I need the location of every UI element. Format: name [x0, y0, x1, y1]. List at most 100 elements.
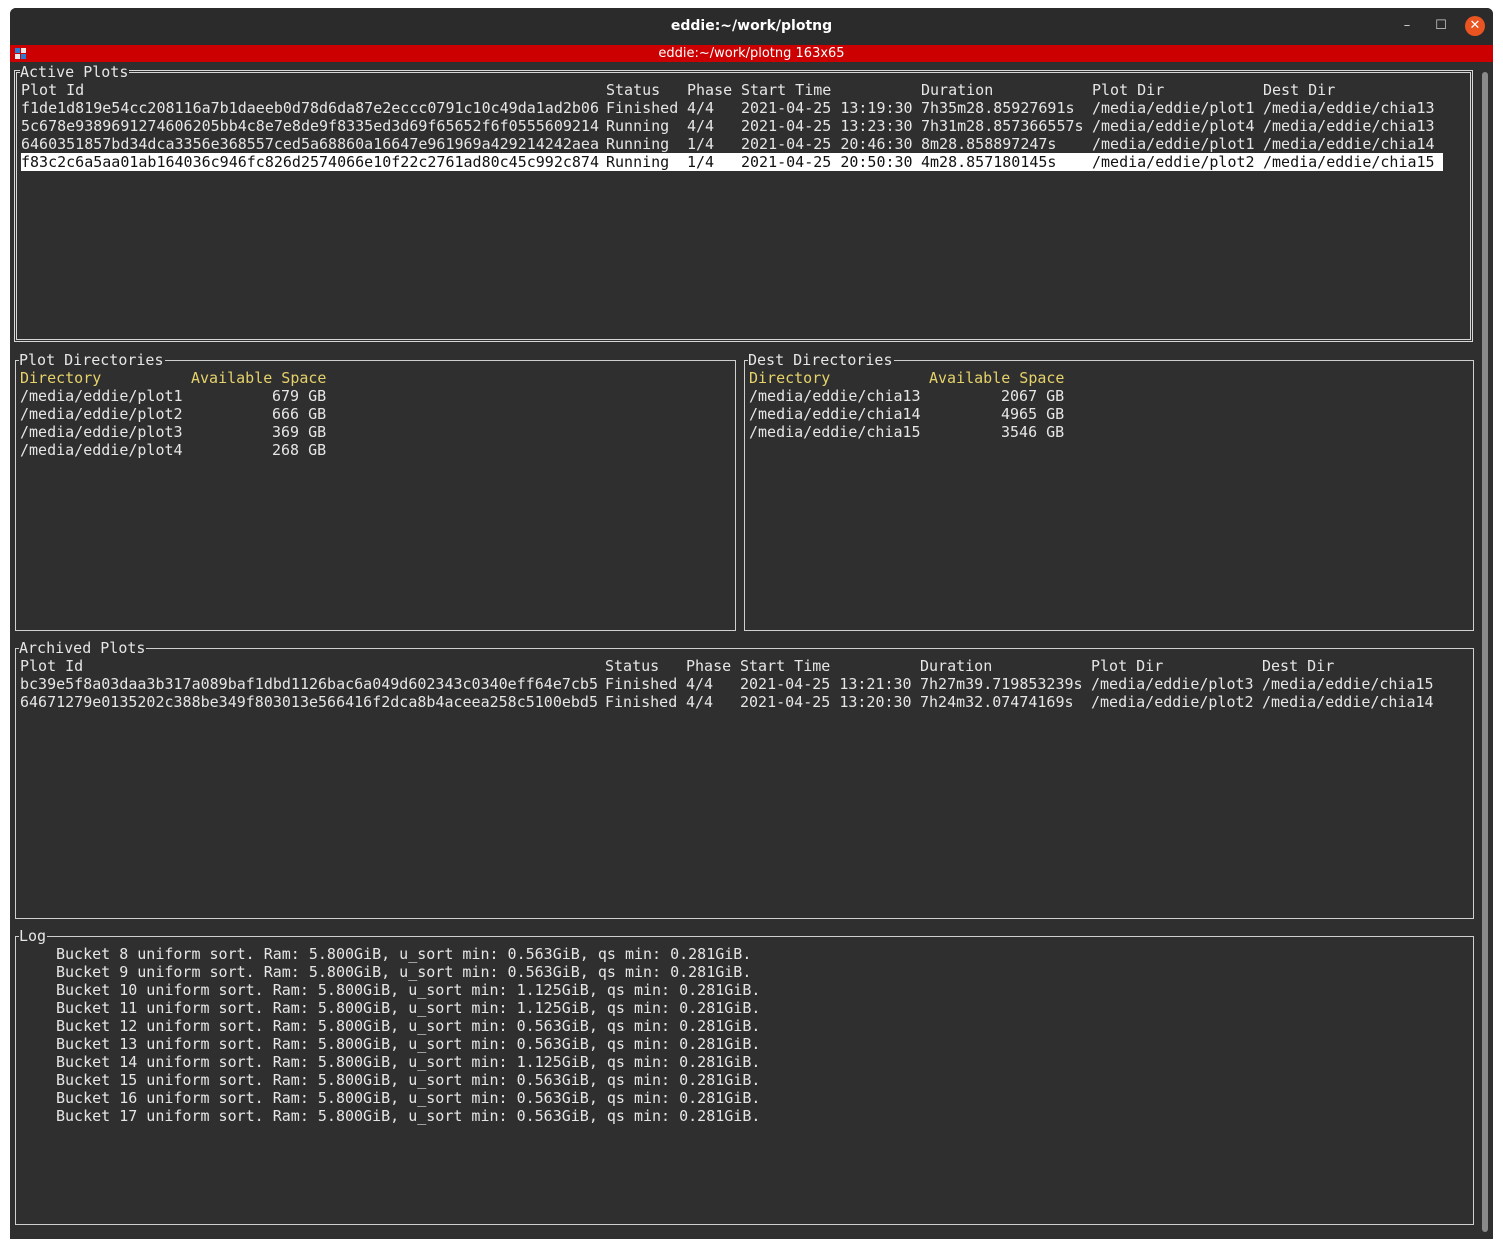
cell-directory: /media/eddie/plot4 [20, 441, 183, 459]
panel-title: Dest Directories [748, 351, 894, 369]
cell-start-time: 2021-04-25 13:19:30 [741, 99, 913, 117]
terminal-content[interactable]: Active Plots Plot Id Status Phase Start … [10, 62, 1493, 1239]
col-status: Status [605, 657, 660, 675]
cell-space: 3546 GB [1001, 423, 1065, 441]
table-row: /media/eddie/plot2 666 GB [20, 405, 326, 423]
cell-status: Finished [605, 675, 678, 693]
panel-title: Archived Plots [19, 639, 147, 657]
cell-plot-id: bc39e5f8a03daa3b317a089baf1dbd1126bac6a0… [20, 675, 598, 693]
table-header: Plot Id Status Phase Start Time Duration… [21, 81, 1335, 99]
col-plot-id: Plot Id [21, 81, 85, 99]
title-bar: eddie:~/work/plotng – ☐ ✕ [10, 8, 1493, 45]
log-line: Bucket 17 uniform sort. Ram: 5.800GiB, u… [56, 1107, 761, 1125]
cell-directory: /media/eddie/plot2 [20, 405, 183, 423]
table-row[interactable]: 5c678e9389691274606205bb4c8e7e8de9f8335e… [21, 117, 1435, 135]
log-line: Bucket 14 uniform sort. Ram: 5.800GiB, u… [56, 1053, 761, 1071]
table-row[interactable]: 6460351857bd34dca3356e368557ced5a68860a1… [21, 135, 1435, 153]
panel-title: Plot Directories [19, 351, 165, 369]
log-line: Bucket 15 uniform sort. Ram: 5.800GiB, u… [56, 1071, 761, 1089]
cell-start-time: 2021-04-25 20:46:30 [741, 135, 913, 153]
cell-plot-dir: /media/eddie/plot2 [1092, 153, 1255, 171]
col-status: Status [606, 81, 661, 99]
table-row: /media/eddie/plot3 369 GB [20, 423, 326, 441]
cell-status: Running [606, 135, 670, 153]
cell-duration: 8m28.858897247s [921, 135, 1057, 153]
cell-duration: 7h27m39.719853239s [920, 675, 1083, 693]
close-button[interactable]: ✕ [1465, 16, 1485, 36]
cell-plot-id: 5c678e9389691274606205bb4c8e7e8de9f8335e… [21, 117, 599, 135]
table-row[interactable]: f1de1d819e54cc208116a7b1daeeb0d78d6da87e… [21, 99, 1435, 117]
col-plot-dir: Plot Dir [1091, 657, 1164, 675]
tab-title: eddie:~/work/plotng 163x65 [658, 46, 845, 61]
cell-phase: 4/4 [687, 117, 715, 135]
cell-duration: 7h35m28.85927691s [921, 99, 1075, 117]
col-directory: Directory [20, 369, 102, 387]
col-plot-dir: Plot Dir [1092, 81, 1165, 99]
cell-plot-id: 64671279e0135202c388be349f803013e566416f… [20, 693, 598, 711]
cell-start-time: 2021-04-25 20:50:30 [741, 153, 913, 171]
table-header: Directory Available Space [20, 369, 326, 387]
cell-phase: 4/4 [686, 693, 714, 711]
scrollbar-thumb[interactable] [1482, 72, 1488, 1232]
cell-space: 4965 GB [1001, 405, 1065, 423]
cell-duration: 4m28.857180145s [921, 153, 1057, 171]
table-row[interactable]: 64671279e0135202c388be349f803013e566416f… [20, 693, 1434, 711]
col-duration: Duration [920, 657, 993, 675]
window-title: eddie:~/work/plotng [670, 18, 833, 34]
table-header: Plot Id Status Phase Start Time Duration… [20, 657, 1334, 675]
cell-start-time: 2021-04-25 13:21:30 [740, 675, 912, 693]
col-start-time: Start Time [740, 657, 831, 675]
log-line: Bucket 9 uniform sort. Ram: 5.800GiB, u_… [56, 963, 752, 981]
cell-status: Running [606, 153, 670, 171]
cell-directory: /media/eddie/plot1 [20, 387, 183, 405]
cell-plot-dir: /media/eddie/plot1 [1092, 99, 1255, 117]
table-row: /media/eddie/chia14 4965 GB [749, 405, 1064, 423]
col-phase: Phase [687, 81, 733, 99]
cell-plot-dir: /media/eddie/plot1 [1092, 135, 1255, 153]
tab-bar: eddie:~/work/plotng 163x65 [10, 45, 1493, 62]
active-plots-panel: Active Plots Plot Id Status Phase Start … [14, 63, 1473, 342]
table-row: /media/eddie/chia15 3546 GB [749, 423, 1064, 441]
col-dest-dir: Dest Dir [1263, 81, 1336, 99]
log-line: Bucket 10 uniform sort. Ram: 5.800GiB, u… [56, 981, 761, 999]
col-phase: Phase [686, 657, 732, 675]
log-line: Bucket 8 uniform sort. Ram: 5.800GiB, u_… [56, 945, 752, 963]
cell-dest-dir: /media/eddie/chia15 [1263, 153, 1435, 171]
cell-dest-dir: /media/eddie/chia13 [1263, 117, 1435, 135]
dest-directories-panel: Dest Directories Directory Available Spa… [744, 351, 1474, 631]
cell-plot-dir: /media/eddie/plot4 [1092, 117, 1255, 135]
cell-phase: 4/4 [687, 99, 715, 117]
table-header: Directory Available Space [749, 369, 1064, 387]
maximize-button[interactable]: ☐ [1431, 16, 1451, 36]
cell-space: 666 GB [272, 405, 327, 423]
archived-plots-panel: Archived Plots Plot Id Status Phase Star… [15, 639, 1474, 919]
cell-space: 2067 GB [1001, 387, 1065, 405]
scrollbar[interactable] [1480, 62, 1490, 1239]
log-line: Bucket 12 uniform sort. Ram: 5.800GiB, u… [56, 1017, 761, 1035]
cell-plot-id: f1de1d819e54cc208116a7b1daeeb0d78d6da87e… [21, 99, 599, 117]
table-row: /media/eddie/plot1 679 GB [20, 387, 326, 405]
panel-title: Active Plots [20, 63, 130, 81]
log-line: Bucket 13 uniform sort. Ram: 5.800GiB, u… [56, 1035, 761, 1053]
table-row[interactable]: bc39e5f8a03daa3b317a089baf1dbd1126bac6a0… [20, 675, 1434, 693]
minimize-button[interactable]: – [1397, 16, 1417, 36]
cell-duration: 7h24m32.07474169s [920, 693, 1074, 711]
col-dest-dir: Dest Dir [1262, 657, 1335, 675]
cell-status: Running [606, 117, 670, 135]
log-line: Bucket 11 uniform sort. Ram: 5.800GiB, u… [56, 999, 761, 1017]
table-row-selected[interactable]: f83c2c6a5aa01ab164036c946fc826d2574066e1… [21, 153, 1443, 171]
panel-title: Log [19, 927, 48, 945]
cell-space: 268 GB [272, 441, 327, 459]
col-available-space: Available Space [929, 369, 1065, 387]
cell-phase: 1/4 [687, 153, 715, 171]
col-available-space: Available Space [191, 369, 327, 387]
cell-start-time: 2021-04-25 13:23:30 [741, 117, 913, 135]
cell-start-time: 2021-04-25 13:20:30 [740, 693, 912, 711]
cell-plot-dir: /media/eddie/plot2 [1091, 693, 1254, 711]
log-line: Bucket 16 uniform sort. Ram: 5.800GiB, u… [56, 1089, 761, 1107]
cell-dest-dir: /media/eddie/chia14 [1262, 693, 1434, 711]
log-panel: Log Bucket 8 uniform sort. Ram: 5.800GiB… [15, 927, 1474, 1225]
cell-space: 369 GB [272, 423, 327, 441]
cell-directory: /media/eddie/chia15 [749, 423, 921, 441]
cell-status: Finished [606, 99, 679, 117]
